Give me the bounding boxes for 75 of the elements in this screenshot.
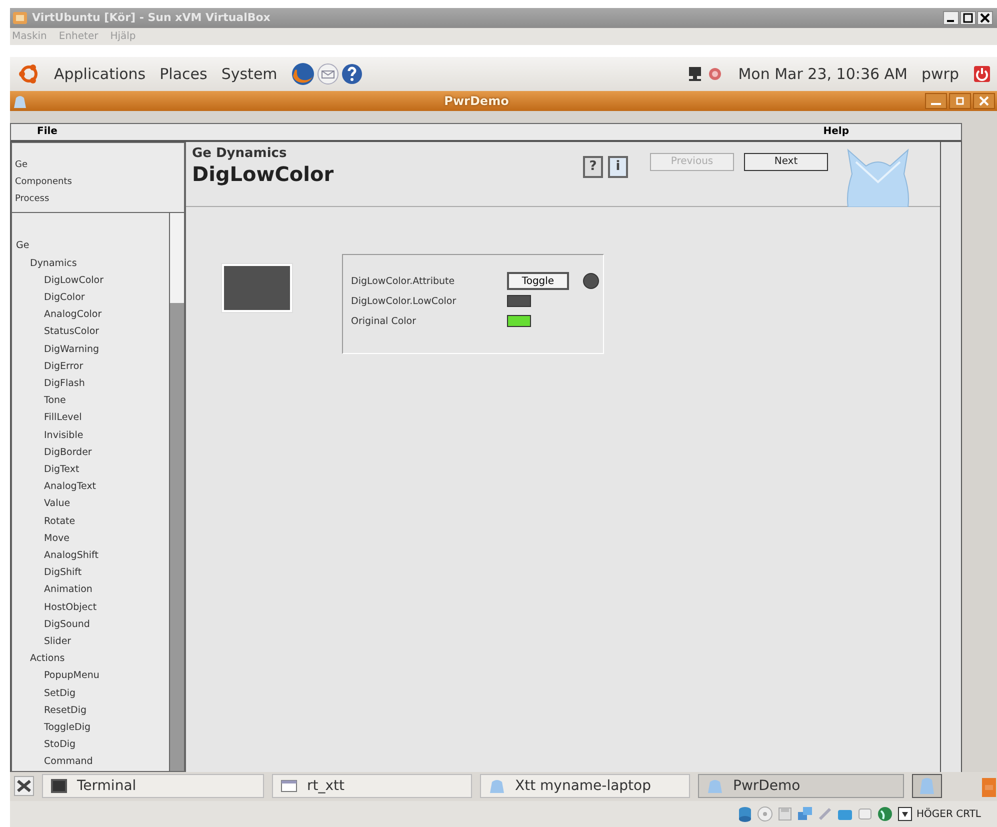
maximize-icon[interactable] bbox=[960, 10, 976, 25]
scrollbar[interactable] bbox=[169, 213, 184, 771]
help-icon[interactable] bbox=[341, 63, 364, 86]
section-title: Ge Dynamics bbox=[192, 146, 288, 161]
host-key-label: HÖGER CRTL bbox=[916, 808, 981, 820]
mail-icon[interactable] bbox=[317, 63, 340, 86]
tree-item[interactable]: DigBorder bbox=[44, 444, 169, 461]
floppy-icon bbox=[776, 806, 793, 822]
nav-link[interactable]: Process bbox=[15, 191, 184, 208]
clock[interactable]: Mon Mar 23, 10:36 AM bbox=[738, 65, 908, 84]
tree-item[interactable]: DigLowColor bbox=[44, 272, 169, 289]
tree-item[interactable]: Command bbox=[44, 753, 169, 771]
cd-icon bbox=[756, 806, 773, 822]
window-title: PwrDemo bbox=[444, 94, 509, 108]
tree-item[interactable]: Animation bbox=[44, 581, 169, 599]
taskbar-button[interactable]: rt_xtt bbox=[272, 774, 472, 798]
attribute-label: DigLowColor.Attribute bbox=[351, 276, 456, 287]
tree-item[interactable]: Value bbox=[44, 495, 169, 513]
window-title: VirtUbuntu [Kör] - Sun xVM VirtualBox bbox=[32, 11, 272, 24]
tree-item[interactable]: AnalogText bbox=[44, 478, 169, 496]
tree-item[interactable]: DigText bbox=[44, 460, 169, 478]
tree-item[interactable]: Slider bbox=[44, 633, 169, 650]
tree-item[interactable]: DigFlash bbox=[44, 374, 169, 392]
tree-item[interactable]: Tone bbox=[44, 392, 169, 410]
tree-item[interactable]: PopupMenu bbox=[44, 667, 169, 685]
taskbar-button[interactable]: Xtt myname-laptop bbox=[480, 774, 690, 798]
menu-item[interactable]: File bbox=[37, 126, 58, 138]
browser-icon[interactable] bbox=[291, 62, 316, 86]
scrollbar[interactable] bbox=[940, 142, 962, 772]
panel-menu[interactable]: System bbox=[221, 65, 278, 84]
nav-link[interactable]: Ge bbox=[15, 156, 184, 174]
tree-item[interactable]: DigWarning bbox=[44, 340, 169, 358]
tree-item[interactable]: FillLevel bbox=[44, 409, 169, 427]
tree-item[interactable]: SetDig bbox=[44, 684, 169, 702]
tree-item[interactable]: StoDig bbox=[44, 736, 169, 754]
mouse-capture-icon bbox=[896, 806, 913, 822]
toggle-button[interactable]: Toggle bbox=[507, 272, 569, 290]
tree-item[interactable]: DigError bbox=[44, 358, 169, 375]
nav-link[interactable]: Components bbox=[15, 174, 184, 192]
attribute-label: DigLowColor.LowColor bbox=[351, 296, 458, 307]
tree-item[interactable]: ToggleDig bbox=[44, 719, 169, 736]
user-name[interactable]: pwrp bbox=[922, 65, 959, 84]
tree-item[interactable]: HostObject bbox=[44, 598, 169, 616]
tree-item[interactable]: Rotate bbox=[44, 512, 169, 530]
disk-icon bbox=[736, 806, 753, 822]
menu-item[interactable]: Help bbox=[823, 126, 849, 138]
tree-item[interactable]: Move bbox=[44, 530, 169, 547]
next-button[interactable]: Next bbox=[744, 152, 828, 171]
tree-item[interactable]: StatusColor bbox=[44, 323, 169, 341]
close-icon[interactable] bbox=[977, 10, 993, 25]
panel-menu[interactable]: Places bbox=[160, 65, 208, 84]
tree-item[interactable]: DigColor bbox=[44, 288, 169, 306]
tree-item[interactable]: Invisible bbox=[44, 426, 169, 444]
tree-item[interactable]: Actions bbox=[30, 650, 169, 668]
taskbar-button[interactable]: Terminal bbox=[42, 774, 264, 798]
tree-item[interactable]: AnalogShift bbox=[44, 547, 169, 564]
terminal-icon bbox=[51, 779, 67, 794]
tree-item[interactable]: DigSound bbox=[44, 616, 169, 634]
taskbar-button[interactable]: PwrDemo bbox=[698, 774, 904, 798]
tree-item[interactable]: AnalogColor bbox=[44, 306, 169, 324]
tree-item[interactable]: DigShift bbox=[44, 564, 169, 582]
tree-item[interactable]: Ge bbox=[16, 237, 169, 255]
minimize-icon[interactable] bbox=[943, 10, 959, 25]
panel-menu[interactable]: Applications bbox=[54, 65, 146, 84]
network-icon bbox=[796, 806, 813, 822]
tree-item[interactable]: ResetDig bbox=[44, 702, 169, 720]
shutdown-icon[interactable] bbox=[973, 65, 991, 84]
page-title: DigLowColor bbox=[192, 162, 335, 186]
help-button[interactable]: ? bbox=[583, 156, 603, 178]
workspace-icon[interactable] bbox=[912, 774, 942, 798]
tree-item[interactable]: Dynamics bbox=[30, 254, 169, 272]
attribute-label: Original Color bbox=[351, 316, 417, 327]
show-desktop-icon[interactable] bbox=[14, 776, 34, 796]
ubuntu-logo-icon bbox=[18, 63, 40, 86]
info-button[interactable]: i bbox=[608, 156, 628, 178]
